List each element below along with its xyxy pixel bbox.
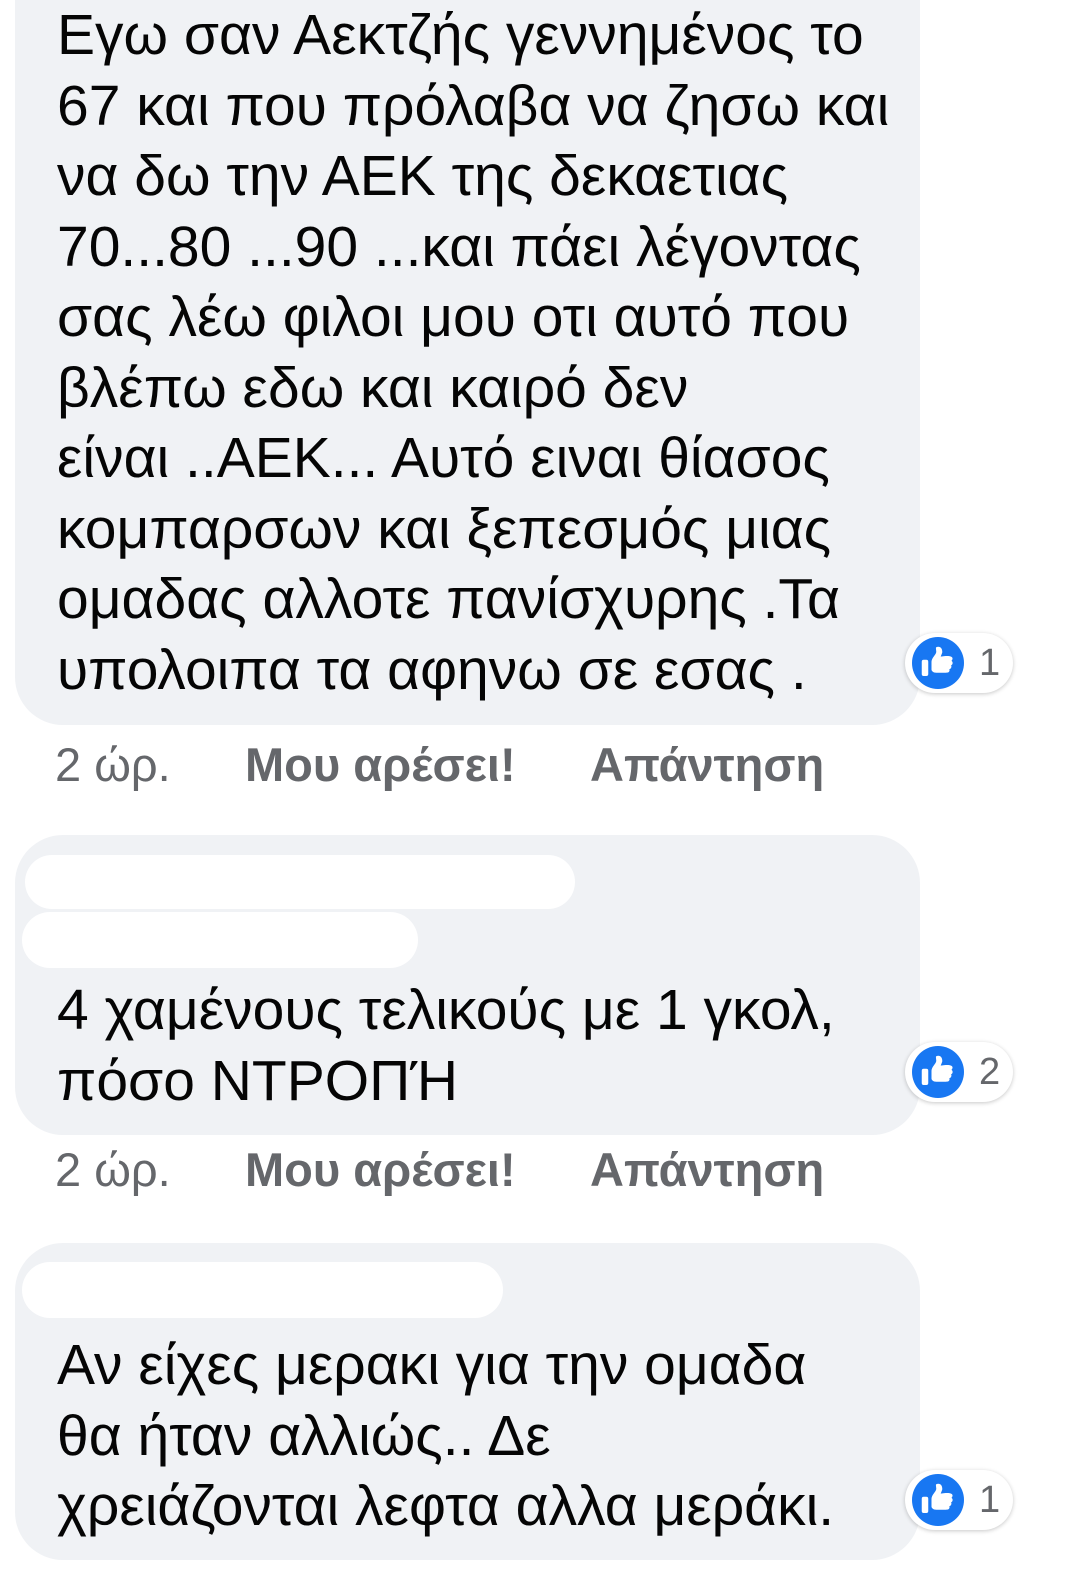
comment-text-line: είναι ..ΑΕΚ... Αυτό ειναι θίασος bbox=[57, 426, 830, 490]
comment-text-line: υπολοιπα τα αφηνω σε εσας . bbox=[57, 637, 807, 702]
comment-text-line: Εγω σαν Αεκτζής γεννημένος το bbox=[57, 3, 864, 67]
comment-bubble: Εγω σαν Αεκτζής γεννημένος το 67 και που… bbox=[15, 0, 920, 725]
comment-text: Αν είχες μερακι για την ομαδα θα ήταν αλ… bbox=[57, 1330, 834, 1542]
redacted-author-name bbox=[22, 912, 418, 968]
comment-text-line: θα ήταν αλλιώς.. Δε bbox=[57, 1403, 551, 1468]
reply-button[interactable]: Απάντηση bbox=[590, 1140, 824, 1200]
comment-text-line: 70...80 ...90 ...και πάει λέγοντας bbox=[57, 214, 861, 279]
comment-bubble: 4 χαμένους τελικούς με 1 γκολ, πόσο ΝΤΡΟ… bbox=[15, 835, 920, 1135]
comment-text-line: Αν είχες μερακι για την ομαδα bbox=[57, 1333, 807, 1397]
reaction-count: 2 bbox=[979, 1051, 1001, 1093]
comment-text: 4 χαμένους τελικούς με 1 γκολ, πόσο ΝΤΡΟ… bbox=[57, 975, 835, 1116]
comment-bubble: Αν είχες μερακι για την ομαδα θα ήταν αλ… bbox=[15, 1243, 920, 1560]
comment-text: Εγω σαν Αεκτζής γεννημένος το 67 και που… bbox=[57, 0, 889, 705]
like-icon bbox=[912, 637, 964, 689]
comment-actions: 2 ώρ. Μου αρέσει! Απάντηση bbox=[0, 735, 1080, 795]
comment-text-line: ομαδας αλλοτε πανίσχυρης .Τα bbox=[57, 567, 840, 631]
reply-button[interactable]: Απάντηση bbox=[590, 735, 824, 795]
comment-text-line: 4 χαμένους τελικούς με 1 γκολ, bbox=[57, 978, 835, 1042]
redacted-author-name bbox=[25, 855, 575, 909]
like-button[interactable]: Μου αρέσει! bbox=[245, 1140, 516, 1200]
comment-actions: 2 ώρ. Μου αρέσει! Απάντηση bbox=[0, 1140, 1080, 1200]
reaction-count: 1 bbox=[979, 1479, 1001, 1521]
comment-text-line: 67 και που πρόλαβα να ζησω και bbox=[57, 73, 890, 138]
comment-text-line: να δω την ΑΕΚ της δεκαετιας bbox=[57, 144, 789, 208]
like-button[interactable]: Μου αρέσει! bbox=[245, 735, 516, 795]
comment-text-line: σας λέω φιλοι μου οτι αυτό που bbox=[57, 285, 850, 349]
reaction-count-badge[interactable]: 2 bbox=[905, 1042, 1013, 1102]
reaction-count-badge[interactable]: 1 bbox=[905, 1470, 1013, 1530]
like-icon bbox=[912, 1474, 964, 1526]
comment-text-line: χρειάζονται λεφτα αλλα μεράκι. bbox=[57, 1474, 835, 1538]
comment-text-line: βλέπω εδω και καιρό δεν bbox=[57, 355, 689, 420]
like-icon bbox=[912, 1046, 964, 1098]
comment-timestamp: 2 ώρ. bbox=[55, 738, 171, 791]
comment-text-line: κομπαρσων και ξεπεσμός μιας bbox=[57, 496, 832, 561]
redacted-author-name bbox=[22, 1262, 503, 1318]
reaction-count: 1 bbox=[979, 642, 1001, 684]
reaction-count-badge[interactable]: 1 bbox=[905, 633, 1013, 693]
comment-text-line: πόσο ΝΤΡΟΠΉ bbox=[57, 1048, 459, 1113]
comment-timestamp: 2 ώρ. bbox=[55, 1143, 171, 1196]
